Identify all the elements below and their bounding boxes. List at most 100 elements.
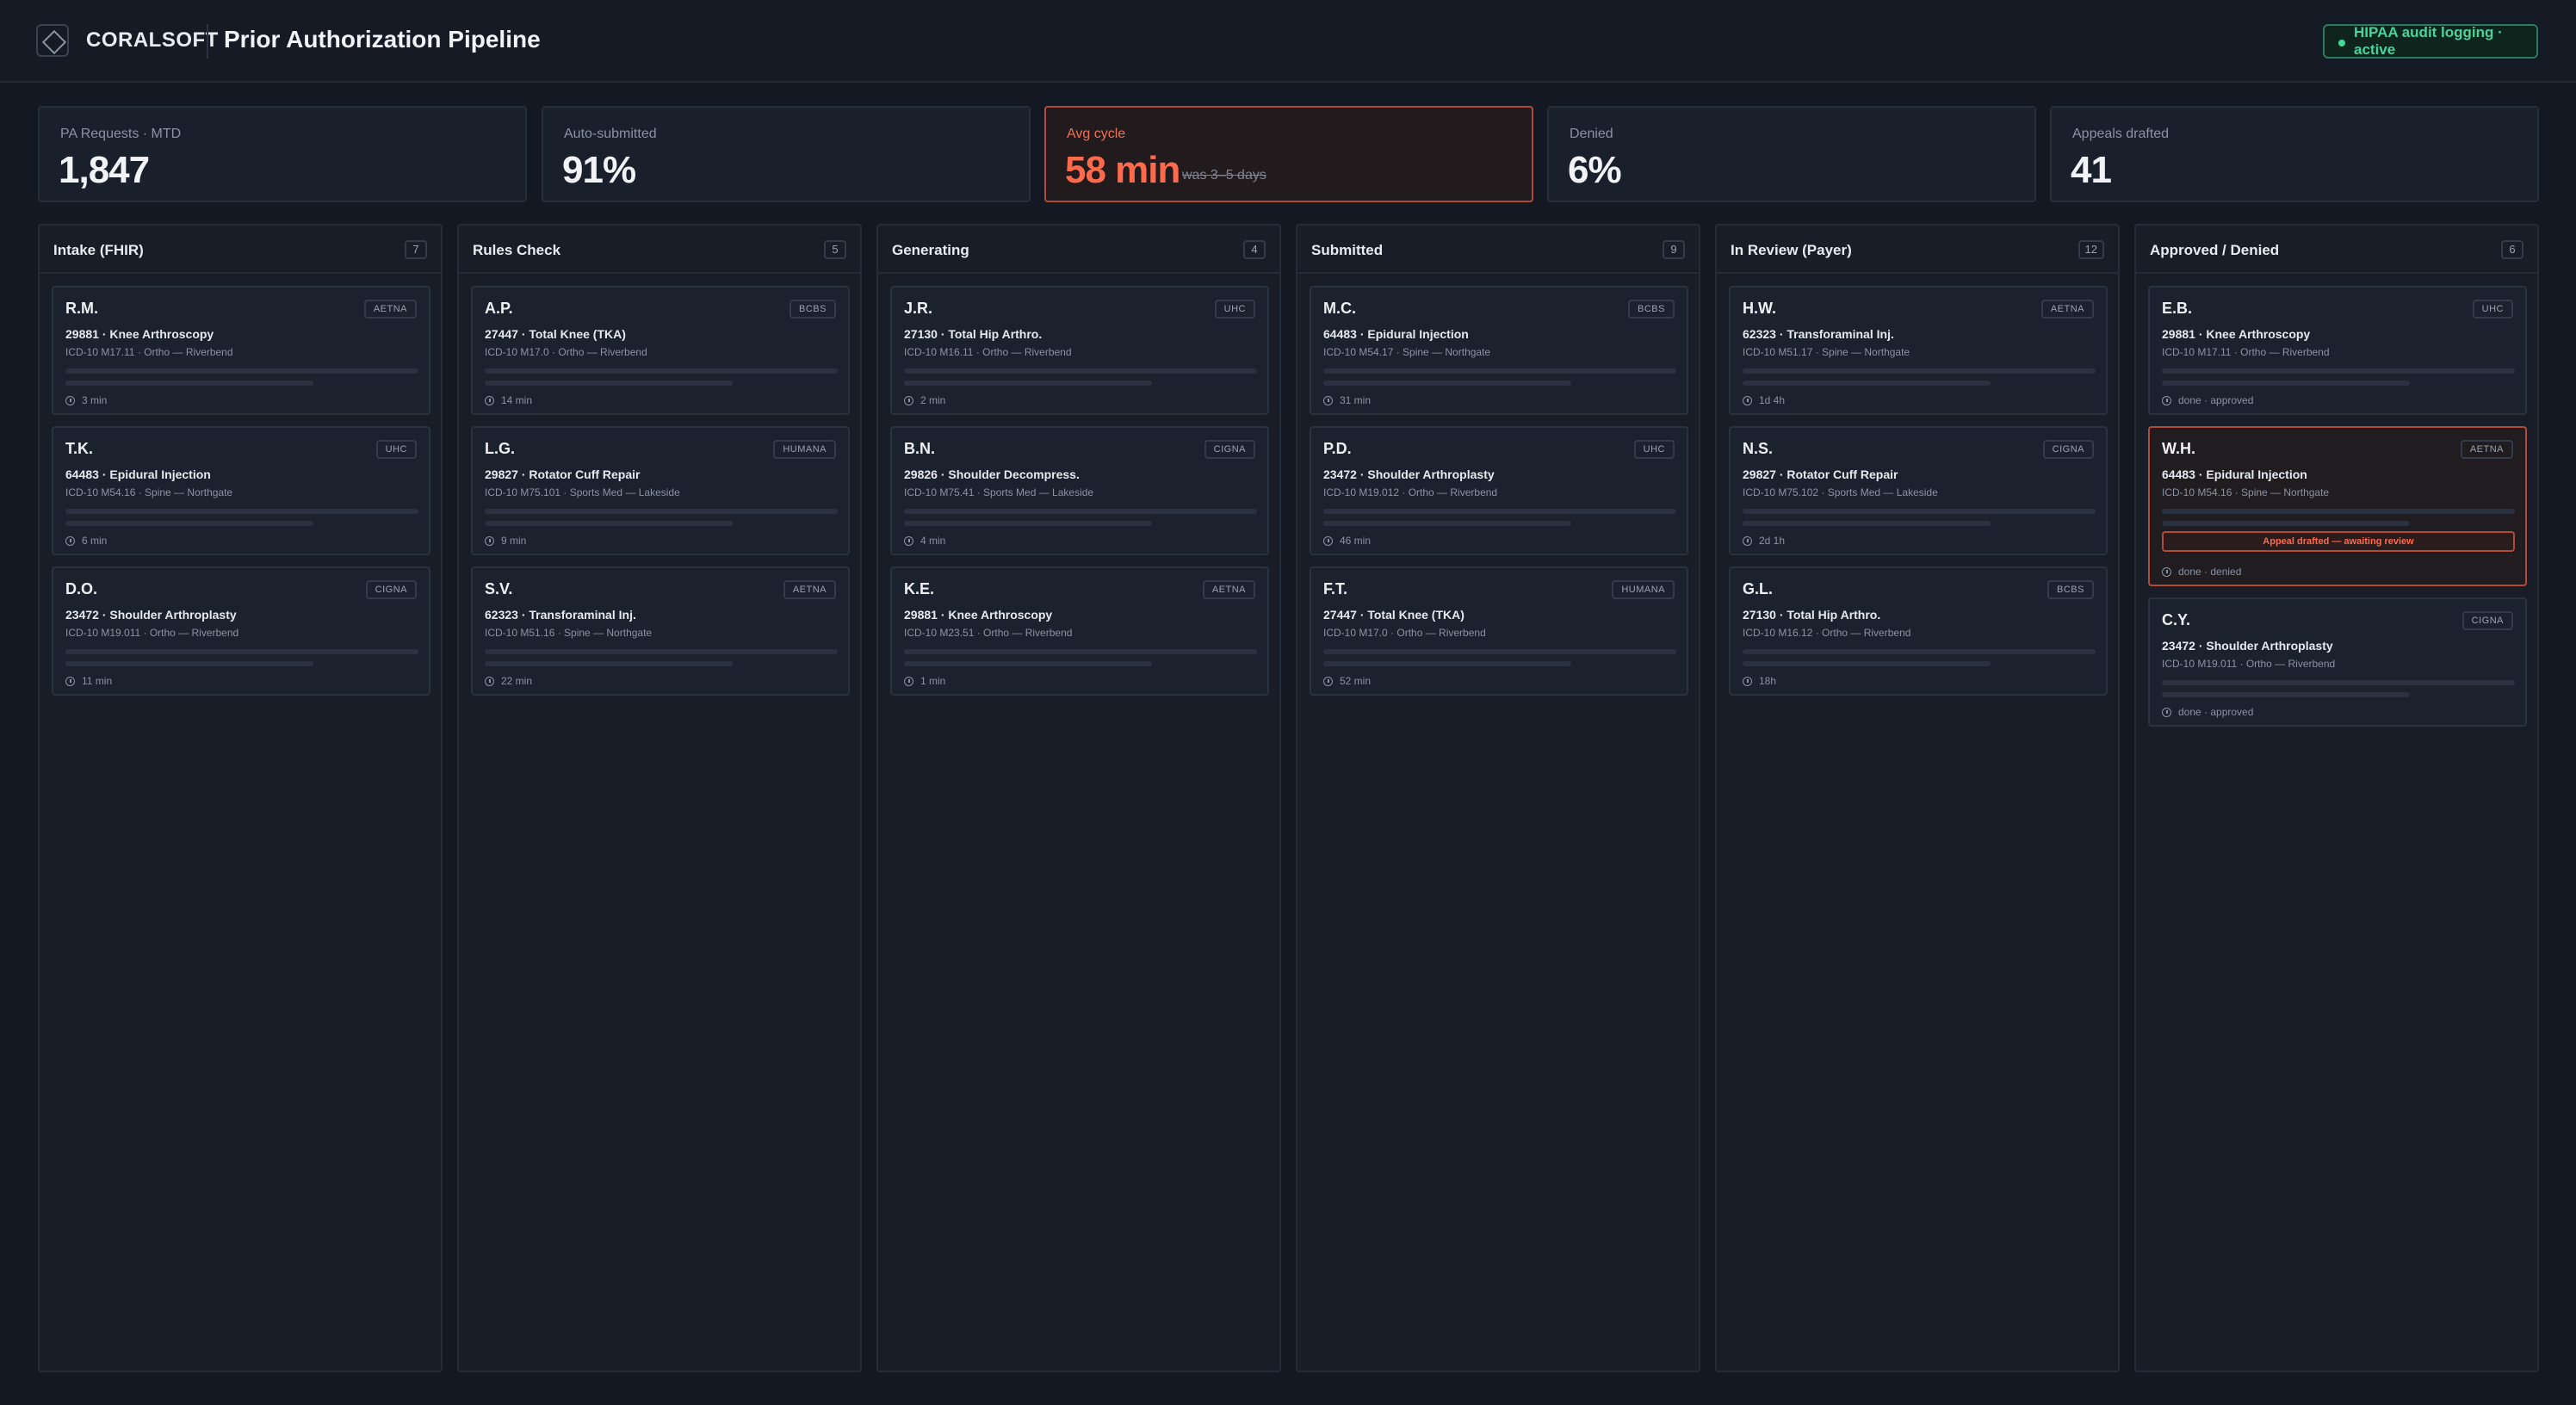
payer-badge: UHC — [375, 440, 417, 459]
column-count-badge: 5 — [824, 240, 846, 259]
patient-card[interactable]: E.B. UHC 29881 · Knee Arthroscopy ICD-10… — [2148, 286, 2527, 415]
patient-card[interactable]: H.W. AETNA 62323 · Transforaminal Inj. I… — [1729, 286, 2108, 415]
placeholder-line — [65, 509, 418, 514]
patient-card[interactable]: S.V. AETNA 62323 · Transforaminal Inj. I… — [471, 566, 850, 696]
patient-card[interactable]: G.L. BCBS 27130 · Total Hip Arthro. ICD-… — [1729, 566, 2108, 696]
elapsed-time: 11 min — [65, 675, 112, 687]
payer-badge: CIGNA — [2461, 611, 2513, 630]
patient-card[interactable]: F.T. HUMANA 27447 · Total Knee (TKA) ICD… — [1310, 566, 1688, 696]
patient-card[interactable]: N.S. CIGNA 29827 · Rotator Cuff Repair I… — [1729, 426, 2108, 555]
diagnosis-line: ICD-10 M16.12 · Ortho — Riverbend — [1743, 627, 1911, 639]
column-header: In Review (Payer) 12 — [1717, 226, 2118, 274]
payer-badge: AETNA — [783, 580, 836, 599]
diagnosis-line: ICD-10 M54.16 · Spine — Northgate — [2162, 486, 2330, 498]
diagnosis-line: ICD-10 M19.011 · Ortho — Riverbend — [2162, 658, 2336, 670]
diagnosis-line: ICD-10 M75.41 · Sports Med — Lakeside — [904, 486, 1094, 498]
procedure-code: 62323 · Transforaminal Inj. — [485, 608, 636, 622]
elapsed-time: 31 min — [1323, 394, 1371, 406]
elapsed-time-label: 31 min — [1340, 394, 1372, 406]
placeholder-line — [2162, 692, 2410, 697]
audit-status-badge[interactable]: HIPAA audit logging · active — [2323, 24, 2538, 59]
patient-card[interactable]: K.E. AETNA 29881 · Knee Arthroscopy ICD-… — [890, 566, 1269, 696]
procedure-code: 23472 · Shoulder Arthroplasty — [65, 608, 237, 622]
appeal-drafted-button[interactable]: Appeal drafted — awaiting review — [2162, 531, 2515, 552]
clock-icon — [1323, 676, 1333, 686]
payer-badge: UHC — [2472, 300, 2513, 319]
elapsed-time: 9 min — [485, 535, 526, 547]
payer-badge: BCBS — [790, 300, 836, 319]
kpi-denied: Denied 6% — [1547, 106, 2036, 202]
patient-card[interactable]: A.P. BCBS 27447 · Total Knee (TKA) ICD-1… — [471, 286, 850, 415]
page-title: Prior Authorization Pipeline — [224, 26, 541, 53]
placeholder-line — [65, 381, 313, 386]
placeholder-line — [1743, 661, 1991, 666]
logo-icon — [36, 24, 69, 57]
elapsed-time: 6 min — [65, 535, 107, 547]
elapsed-time: 18h — [1743, 675, 1776, 687]
kpi-value: 58 min — [1065, 149, 1180, 191]
payer-badge: AETNA — [1202, 580, 1255, 599]
patient-initials: K.E. — [904, 580, 935, 597]
diagnosis-line: ICD-10 M75.102 · Sports Med — Lakeside — [1743, 486, 1938, 498]
patient-card[interactable]: R.M. AETNA 29881 · Knee Arthroscopy ICD-… — [52, 286, 430, 415]
clock-icon — [904, 395, 913, 405]
elapsed-time: 1 min — [904, 675, 945, 687]
elapsed-time: 3 min — [65, 394, 107, 406]
column-approved-denied: Approved / Denied 6 E.B. UHC 29881 · Kne… — [2134, 224, 2539, 1372]
payer-badge: CIGNA — [1204, 440, 1255, 459]
patient-initials: J.R. — [904, 300, 933, 317]
column-header: Generating 4 — [878, 226, 1279, 274]
placeholder-line — [2162, 509, 2515, 514]
payer-badge: AETNA — [363, 300, 417, 319]
elapsed-time-label: 2 min — [920, 394, 946, 406]
patient-card[interactable]: M.C. BCBS 64483 · Epidural Injection ICD… — [1310, 286, 1688, 415]
patient-card[interactable]: B.N. CIGNA 29826 · Shoulder Decompress. … — [890, 426, 1269, 555]
payer-badge: HUMANA — [773, 440, 836, 459]
clock-icon — [65, 395, 75, 405]
payer-badge: UHC — [1633, 440, 1675, 459]
placeholder-line — [1743, 521, 1991, 526]
patient-card[interactable]: T.K. UHC 64483 · Epidural Injection ICD-… — [52, 426, 430, 555]
clock-icon — [65, 676, 75, 686]
placeholder-line — [1743, 649, 2096, 654]
patient-card[interactable]: D.O. CIGNA 23472 · Shoulder Arthroplasty… — [52, 566, 430, 696]
placeholder-line — [904, 381, 1152, 386]
patient-card[interactable]: P.D. UHC 23472 · Shoulder Arthroplasty I… — [1310, 426, 1688, 555]
kpi-pa-requests: PA Requests · MTD 1,847 — [38, 106, 527, 202]
kpi-avg-cycle: Avg cycle 58 min was 3–5 days — [1044, 106, 1533, 202]
placeholder-line — [1323, 649, 1676, 654]
top-bar: CORALSOFT Prior Authorization Pipeline H… — [0, 0, 2576, 83]
status-line: done · approved — [2162, 394, 2253, 406]
clock-icon — [2162, 395, 2171, 405]
elapsed-time: 4 min — [904, 535, 945, 547]
column-count-badge: 4 — [1243, 240, 1266, 259]
placeholder-line — [1743, 381, 1991, 386]
clock-icon — [1323, 395, 1333, 405]
diagnosis-line: ICD-10 M16.11 · Ortho — Riverbend — [904, 346, 1072, 358]
clock-icon — [1743, 395, 1752, 405]
status-line: done · denied — [2162, 566, 2241, 578]
audit-status-label: HIPAA audit logging · active — [2354, 24, 2503, 58]
patient-card[interactable]: L.G. HUMANA 29827 · Rotator Cuff Repair … — [471, 426, 850, 555]
patient-initials: D.O. — [65, 580, 98, 597]
patient-initials: A.P. — [485, 300, 513, 317]
elapsed-time-label: 14 min — [501, 394, 533, 406]
procedure-code: 29826 · Shoulder Decompress. — [904, 467, 1080, 481]
patient-initials: R.M. — [65, 300, 98, 317]
payer-badge: CIGNA — [2042, 440, 2094, 459]
patient-card[interactable]: J.R. UHC 27130 · Total Hip Arthro. ICD-1… — [890, 286, 1269, 415]
elapsed-time: 22 min — [485, 675, 532, 687]
patient-initials: W.H. — [2162, 440, 2195, 457]
placeholder-line — [904, 368, 1257, 374]
clock-icon — [2162, 566, 2171, 577]
elapsed-time-label: 4 min — [920, 535, 946, 547]
status-label: done · approved — [2178, 706, 2254, 718]
patient-card[interactable]: C.Y. CIGNA 23472 · Shoulder Arthroplasty… — [2148, 597, 2527, 727]
column-title: In Review (Payer) — [1731, 242, 1852, 258]
diagnosis-line: ICD-10 M19.011 · Ortho — Riverbend — [65, 627, 239, 639]
elapsed-time: 52 min — [1323, 675, 1371, 687]
column-title: Rules Check — [473, 242, 561, 258]
procedure-code: 64483 · Epidural Injection — [1323, 327, 1469, 341]
patient-card-appeal[interactable]: W.H. AETNA 64483 · Epidural Injection IC… — [2148, 426, 2527, 586]
diagnosis-line: ICD-10 M51.16 · Spine — Northgate — [485, 627, 653, 639]
